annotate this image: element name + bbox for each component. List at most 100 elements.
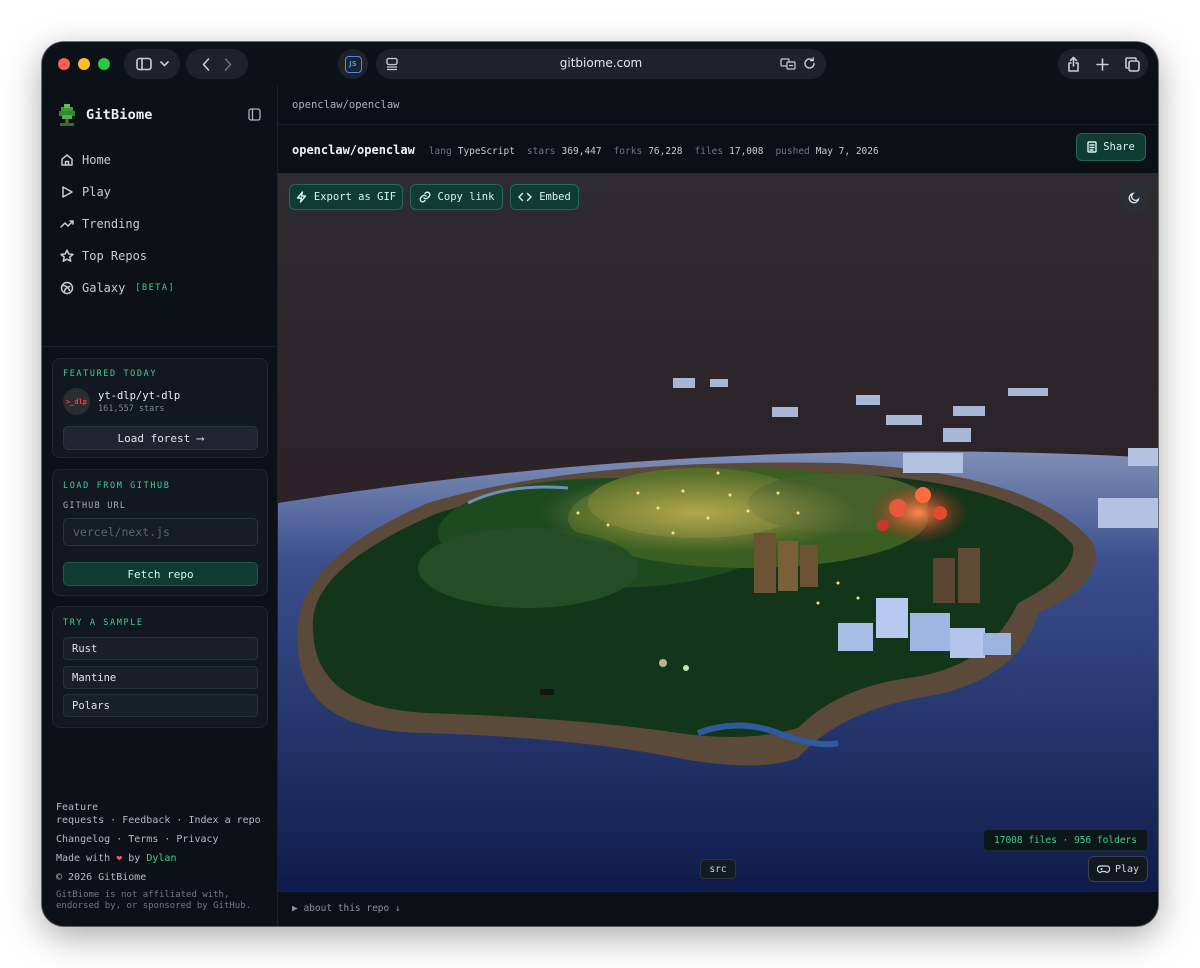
sidebar-toggle-button[interactable] <box>124 49 180 79</box>
tab-overview-icon[interactable] <box>1124 56 1140 72</box>
nav-home-label: Home <box>82 153 111 167</box>
play-icon <box>62 186 73 198</box>
featured-repo-name[interactable]: yt-dlp/yt-dlp <box>98 390 180 402</box>
nav-top-repos[interactable]: Top Repos <box>60 240 175 272</box>
brand[interactable]: GitBiome <box>58 104 153 126</box>
embed-button[interactable]: Embed <box>510 184 579 210</box>
sidebar-nav: Home Play Trending Top Repos Galaxy [BET… <box>60 144 175 304</box>
theme-toggle-button[interactable] <box>1120 184 1148 212</box>
featured-card: FEATURED TODAY >_dlp yt-dlp/yt-dlp 161,5… <box>52 358 268 458</box>
main-panel: openclaw/openclaw openclaw/openclaw lang… <box>278 86 1158 926</box>
heart-icon: ❤ <box>116 853 123 864</box>
footer-links-2[interactable]: Changelog · Terms · Privacy <box>56 833 266 846</box>
translate-icon[interactable] <box>780 58 796 70</box>
github-url-input[interactable]: vercel/next.js <box>63 518 258 546</box>
bottom-divider <box>278 891 1158 892</box>
back-icon[interactable] <box>202 57 210 71</box>
nav-play-label: Play <box>82 185 111 199</box>
browser-toolbar: JS gitbiome.com <box>42 42 1158 86</box>
share-page-icon[interactable] <box>1067 56 1080 72</box>
share-button[interactable]: Share <box>1076 133 1146 161</box>
reload-icon[interactable] <box>803 57 816 70</box>
made-with-label: Made with <box>56 853 111 864</box>
load-forest-button[interactable]: Load forest ⟶ <box>63 426 258 450</box>
copyright: © 2026 GitBiome <box>56 872 147 883</box>
samples-title: TRY A SAMPLE <box>63 618 144 628</box>
github-url-label: GITHUB URL <box>63 501 127 511</box>
trending-icon <box>60 220 74 228</box>
breadcrumb: openclaw/openclaw <box>292 99 400 111</box>
star-icon <box>60 249 74 262</box>
sidebar-divider <box>42 346 278 347</box>
link-icon <box>419 191 431 203</box>
nav-trending-label: Trending <box>82 217 140 231</box>
meta-stars-value: 369,447 <box>561 146 602 157</box>
meta-lang-value: TypeScript <box>457 146 515 157</box>
featured-title: FEATURED TODAY <box>63 369 158 379</box>
play-label: Play <box>1114 863 1140 875</box>
chevron-down-icon <box>159 61 169 67</box>
load-title: LOAD FROM GITHUB <box>63 481 171 491</box>
footer-links-1: Feature requests · Feedback · Index a re… <box>56 801 266 827</box>
meta-files-key: files <box>694 146 724 157</box>
home-icon <box>61 154 73 166</box>
meta-files-value: 17,008 <box>729 146 764 157</box>
fetch-repo-button[interactable]: Fetch repo <box>63 562 258 586</box>
history-nav <box>186 49 248 79</box>
close-window-button[interactable] <box>58 58 70 70</box>
load-from-github-card: LOAD FROM GITHUB GITHUB URL vercel/next.… <box>52 469 268 596</box>
code-icon <box>518 192 532 202</box>
play-button[interactable]: Play <box>1088 856 1148 882</box>
export-gif-button[interactable]: Export as GIF <box>289 184 403 210</box>
new-tab-icon[interactable] <box>1095 57 1109 71</box>
galaxy-icon <box>60 281 74 295</box>
window-actions <box>1058 49 1148 79</box>
file-stats-chip: 17008 files · 956 folders <box>983 829 1148 851</box>
try-sample-card: TRY A SAMPLE Rust Mantine Polars <box>52 606 268 728</box>
sample-mantine-button[interactable]: Mantine <box>63 666 258 689</box>
lightning-icon <box>296 191 307 203</box>
sidebar: GitBiome Home Play Trending Top Repos Ga… <box>42 86 278 926</box>
minimize-window-button[interactable] <box>78 58 90 70</box>
meta-pushed-value: May 7, 2026 <box>815 146 879 157</box>
made-by-label: by <box>128 853 141 864</box>
feature-requests-link[interactable]: Feature <box>56 801 266 814</box>
repo-title: openclaw/openclaw <box>292 143 415 157</box>
collapse-sidebar-icon[interactable] <box>248 108 261 121</box>
url-text: gitbiome.com <box>559 56 643 70</box>
js-extension-icon: JS <box>344 55 362 73</box>
meta-lang-key: lang <box>428 146 452 157</box>
browser-window: JS gitbiome.com GitBiome Home Play Trend… <box>42 42 1158 926</box>
meta-forks-value: 76,228 <box>648 146 683 157</box>
header-divider <box>278 124 1158 125</box>
gitbiome-logo-icon <box>59 104 75 126</box>
nav-home[interactable]: Home <box>60 144 175 176</box>
forward-icon[interactable] <box>224 57 232 71</box>
disclaimer: GitBiome is not affiliated with, endorse… <box>56 890 252 911</box>
address-bar[interactable]: gitbiome.com <box>376 49 826 79</box>
repo-avatar: >_dlp <box>63 388 90 415</box>
author-link[interactable]: Dylan <box>146 853 176 864</box>
footer-links-1-rest[interactable]: requests · Feedback · Index a repo <box>56 814 266 827</box>
sample-polars-button[interactable]: Polars <box>63 694 258 717</box>
gamepad-icon <box>1096 864 1110 873</box>
nav-play[interactable]: Play <box>60 176 175 208</box>
meta-stars-key: stars <box>526 146 556 157</box>
sidebar-icon <box>135 57 152 71</box>
forest-viewport[interactable]: Export as GIF Copy link Embed 17008 file… <box>278 173 1158 891</box>
copy-link-label: Copy link <box>437 191 495 203</box>
repo-info-bar: openclaw/openclaw lang TypeScript stars … <box>292 143 885 157</box>
nav-galaxy-label: Galaxy <box>82 281 126 295</box>
nav-trending[interactable]: Trending <box>60 208 175 240</box>
beta-badge: [BETA] <box>135 283 176 293</box>
about-repo-toggle[interactable]: ▶ about this repo ↓ <box>292 903 401 914</box>
src-folder-label[interactable]: src <box>700 859 736 879</box>
copy-link-button[interactable]: Copy link <box>410 184 503 210</box>
extension-button[interactable]: JS <box>338 49 368 79</box>
sample-rust-button[interactable]: Rust <box>63 637 258 660</box>
made-with: Made with ❤ by Dylan <box>56 852 266 865</box>
nav-galaxy[interactable]: Galaxy [BETA] <box>60 272 175 304</box>
meta-pushed-key: pushed <box>775 146 810 157</box>
share-label: Share <box>1103 141 1135 153</box>
zoom-window-button[interactable] <box>98 58 110 70</box>
